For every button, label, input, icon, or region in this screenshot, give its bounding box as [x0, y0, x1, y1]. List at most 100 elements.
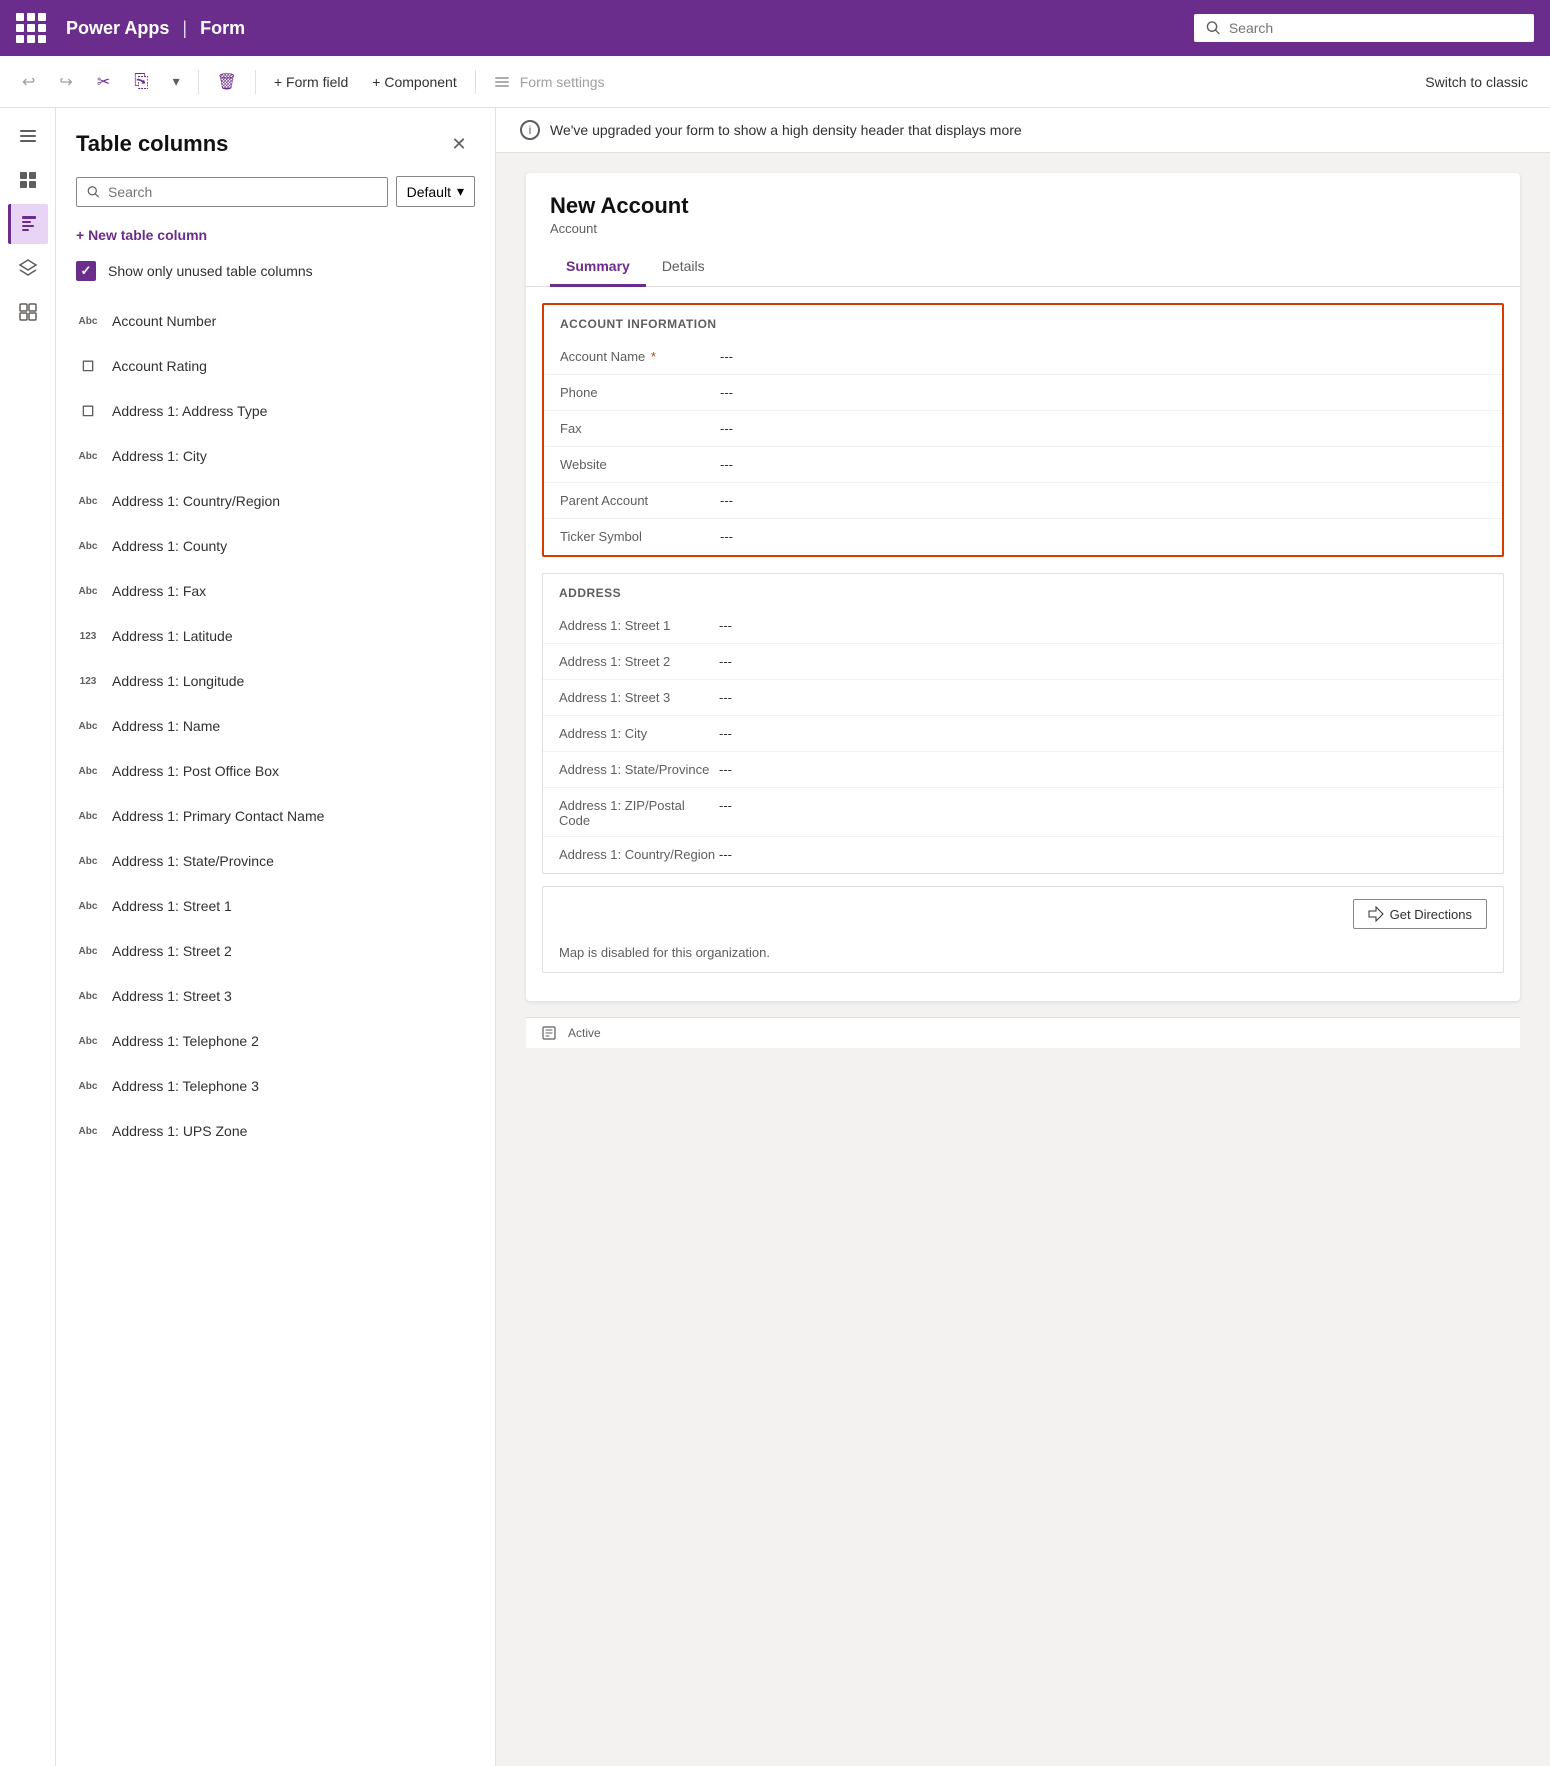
sidebar-menu-button[interactable]: [8, 116, 48, 156]
chevron-down-icon: ▾: [173, 73, 180, 90]
list-item[interactable]: Abc Address 1: City: [56, 434, 495, 479]
table-row: Address 1: City ---: [543, 716, 1503, 752]
sidebar-components-button[interactable]: [8, 292, 48, 332]
chevron-down-icon: ▾: [457, 183, 464, 200]
add-component-button[interactable]: + Component: [362, 68, 466, 96]
column-name: Account Rating: [112, 358, 207, 374]
status-text: Active: [568, 1026, 601, 1040]
show-unused-checkbox[interactable]: [76, 261, 96, 281]
delete-button[interactable]: 🗑: [207, 66, 247, 98]
list-item[interactable]: ☐ Address 1: Address Type: [56, 389, 495, 434]
list-item[interactable]: Abc Address 1: Country/Region: [56, 479, 495, 524]
list-item[interactable]: Abc Address 1: Post Office Box: [56, 749, 495, 794]
panel-search-box[interactable]: [76, 177, 388, 207]
column-name: Address 1: Street 3: [112, 988, 232, 1004]
paste-button[interactable]: ⎘: [124, 65, 158, 98]
list-item[interactable]: 123 Address 1: Latitude: [56, 614, 495, 659]
address-header: ADDRESS: [543, 574, 1503, 608]
info-banner: i We've upgraded your form to show a hig…: [496, 108, 1550, 153]
list-item[interactable]: Abc Account Number: [56, 299, 495, 344]
column-type-icon: Abc: [76, 489, 100, 513]
account-info-section: ACCOUNT INFORMATION Account Name * --- P…: [542, 303, 1504, 557]
column-type-icon: Abc: [76, 894, 100, 918]
list-item[interactable]: Abc Address 1: Primary Contact Name: [56, 794, 495, 839]
field-value: ---: [719, 688, 1487, 705]
new-table-column-button[interactable]: + New table column: [56, 219, 495, 251]
list-item[interactable]: Abc Address 1: Street 3: [56, 974, 495, 1019]
tab-details[interactable]: Details: [646, 248, 721, 287]
field-label: Address 1: Street 2: [559, 652, 719, 669]
show-unused-label: Show only unused table columns: [108, 263, 313, 279]
column-name: Address 1: Longitude: [112, 673, 244, 689]
main-content: i We've upgraded your form to show a hig…: [496, 108, 1550, 1766]
table-row: Address 1: ZIP/Postal Code ---: [543, 788, 1503, 837]
column-type-icon: 123: [76, 669, 100, 693]
column-name: Address 1: State/Province: [112, 853, 274, 869]
search-icon: [1206, 20, 1221, 36]
list-item[interactable]: Abc Address 1: Street 1: [56, 884, 495, 929]
field-value: ---: [719, 724, 1487, 741]
panel-close-button[interactable]: ✕: [443, 128, 475, 160]
dropdown-button[interactable]: ▾: [163, 67, 190, 96]
form-card-header: New Account Account: [526, 173, 1520, 248]
table-row: Address 1: Street 1 ---: [543, 608, 1503, 644]
column-type-icon: Abc: [76, 579, 100, 603]
undo-icon: ↩: [22, 72, 35, 92]
table-row: Account Name * ---: [544, 339, 1502, 375]
sidebar-layers-button[interactable]: [8, 248, 48, 288]
add-form-field-button[interactable]: + Form field: [264, 68, 358, 96]
top-bar: Power Apps | Form: [0, 0, 1550, 56]
list-item[interactable]: 123 Address 1: Longitude: [56, 659, 495, 704]
sidebar-form-button[interactable]: [8, 204, 48, 244]
column-name: Address 1: Street 1: [112, 898, 232, 914]
panel-search-row: Default ▾: [56, 176, 495, 219]
list-item[interactable]: Abc Address 1: Telephone 2: [56, 1019, 495, 1064]
form-card: New Account Account Summary Details ACCO…: [526, 173, 1520, 1001]
tab-summary[interactable]: Summary: [550, 248, 646, 287]
list-item[interactable]: Abc Address 1: State/Province: [56, 839, 495, 884]
switch-classic-button[interactable]: Switch to classic: [1415, 68, 1538, 96]
field-value: ---: [720, 527, 1486, 544]
list-item[interactable]: Abc Address 1: Fax: [56, 569, 495, 614]
form-settings-icon: [494, 74, 510, 90]
search-input[interactable]: [1229, 20, 1522, 36]
cut-button[interactable]: ✂: [87, 66, 120, 98]
panel-dropdown[interactable]: Default ▾: [396, 176, 475, 207]
panel-search-input[interactable]: [108, 184, 377, 200]
redo-button[interactable]: ↪: [49, 66, 82, 98]
field-value: ---: [720, 491, 1486, 508]
redo-icon: ↪: [59, 72, 72, 92]
column-type-icon: Abc: [76, 939, 100, 963]
column-type-icon: Abc: [76, 804, 100, 828]
field-label: Website: [560, 455, 720, 472]
list-item[interactable]: Abc Address 1: UPS Zone: [56, 1109, 495, 1154]
map-section: Get Directions Map is disabled for this …: [542, 886, 1504, 973]
field-value: ---: [719, 845, 1487, 862]
toolbar: ↩ ↪ ✂ ⎘ ▾ 🗑 + Form field + Component For…: [0, 56, 1550, 108]
show-unused-row[interactable]: Show only unused table columns: [56, 251, 495, 295]
list-item[interactable]: ☐ Account Rating: [56, 344, 495, 389]
sidebar-dashboard-button[interactable]: [8, 160, 48, 200]
form-area: New Account Account Summary Details ACCO…: [496, 153, 1550, 1766]
waffle-icon[interactable]: [16, 13, 46, 43]
column-name: Address 1: Address Type: [112, 403, 267, 419]
form-subtitle: Account: [550, 221, 1496, 236]
column-name: Address 1: County: [112, 538, 227, 554]
global-search-box[interactable]: [1194, 14, 1534, 42]
column-type-icon: Abc: [76, 759, 100, 783]
form-settings-button[interactable]: Form settings: [484, 68, 615, 96]
column-name: Address 1: Fax: [112, 583, 206, 599]
status-bar: Active: [526, 1017, 1520, 1048]
list-item[interactable]: Abc Address 1: County: [56, 524, 495, 569]
undo-button[interactable]: ↩: [12, 66, 45, 98]
column-name: Address 1: Country/Region: [112, 493, 280, 509]
panel-header: Table columns ✕: [56, 108, 495, 176]
get-directions-button[interactable]: Get Directions: [1353, 899, 1487, 929]
account-info-header: ACCOUNT INFORMATION: [544, 305, 1502, 339]
column-name: Address 1: City: [112, 448, 207, 464]
list-item[interactable]: Abc Address 1: Street 2: [56, 929, 495, 974]
list-item[interactable]: Abc Address 1: Telephone 3: [56, 1064, 495, 1109]
column-name: Address 1: Telephone 2: [112, 1033, 259, 1049]
list-item[interactable]: Abc Address 1: Name: [56, 704, 495, 749]
column-name: Address 1: UPS Zone: [112, 1123, 247, 1139]
